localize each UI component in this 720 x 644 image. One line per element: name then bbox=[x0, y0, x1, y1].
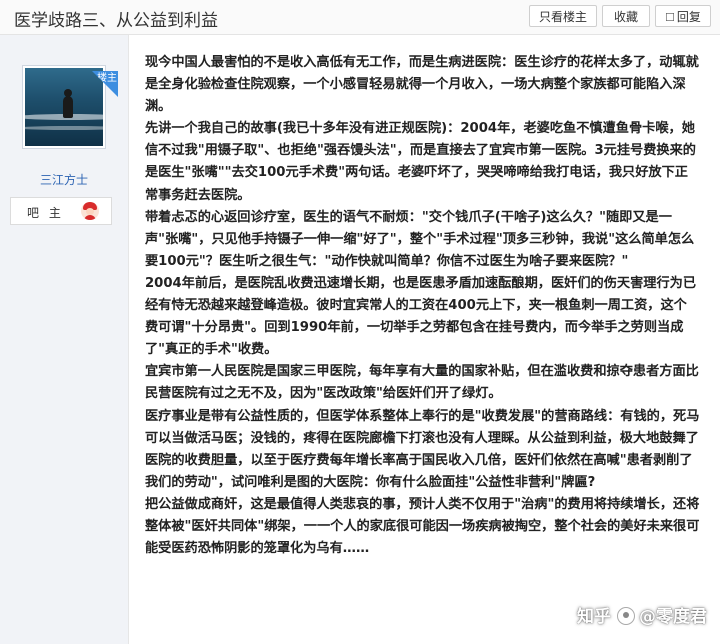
role-label: 吧 主 bbox=[27, 206, 64, 220]
reply-icon: ☐ bbox=[665, 11, 675, 24]
post-paragraph: 医疗事业是带有公益性质的，但医学体系整体上奉行的是"收费发展"的营商路线：有钱的… bbox=[145, 408, 700, 490]
avatar[interactable] bbox=[22, 65, 106, 149]
author-name[interactable]: 三江方士 bbox=[0, 171, 128, 188]
post-paragraph: 带着忐忑的心返回诊疗室，医生的语气不耐烦："交个钱爪子(干啥子)这么久？"随即又… bbox=[145, 209, 695, 269]
reply-button-label: 回复 bbox=[676, 10, 701, 24]
post-paragraph: 先讲一个我自己的故事(我已十多年没有进正规医院)：2004年，老婆吃鱼不慎遭鱼骨… bbox=[145, 121, 696, 203]
post-paragraph: 现今中国人最害怕的不是收入高低有无工作，而是生病进医院：医生诊疗的花样太多了，动… bbox=[145, 55, 699, 115]
reply-button[interactable]: ☐ 回复 bbox=[655, 5, 711, 27]
thread-title: 医学歧路三、从公益到利益 bbox=[14, 11, 218, 31]
favorite-button[interactable]: 收藏 bbox=[602, 5, 650, 27]
post-body: 现今中国人最害怕的不是收入高低有无工作，而是生病进医院：医生诊疗的花样太多了，动… bbox=[145, 52, 700, 560]
watermark-site: 知乎 bbox=[577, 607, 611, 627]
post-paragraph: 把公益做成商奸，这是最值得人类悲哀的事，预计人类不仅用于"治病"的费用将持续增长… bbox=[145, 496, 700, 557]
moderator-icon bbox=[81, 202, 99, 220]
author-sidebar: 楼主 三江方士 吧 主 bbox=[0, 35, 129, 644]
post-paragraph: 宜宾市第一人民医院是国家三甲医院，每年享有大量的国家补贴，但在滥收费和掠夺患者方… bbox=[145, 364, 699, 402]
role-badge: 吧 主 bbox=[10, 197, 112, 225]
watermark-author: @零度君 bbox=[639, 607, 707, 627]
watermark: 知乎 @零度君 bbox=[577, 602, 707, 632]
post-paragraph: 2004年前后，是医院乱收费迅速增长期，也是医患矛盾加速酝酿期，医奸们的伤天害理… bbox=[145, 275, 697, 358]
avatar-image bbox=[25, 68, 103, 146]
thread-header: 医学歧路三、从公益到利益 只看楼主 收藏 ☐ 回复 bbox=[0, 0, 720, 35]
watermark-avatar-icon bbox=[617, 606, 635, 625]
only-op-button[interactable]: 只看楼主 bbox=[529, 5, 597, 27]
